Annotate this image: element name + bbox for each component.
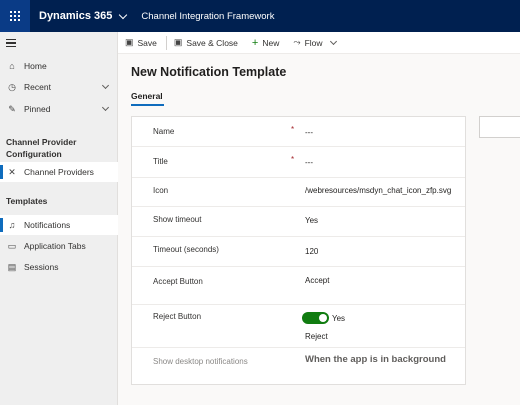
sidebar-item-channel-providers[interactable]: ✕ Channel Providers <box>0 162 118 182</box>
chevron-down-icon[interactable] <box>329 37 337 45</box>
save-close-button[interactable]: ▣ Save & Close <box>174 37 238 48</box>
document-icon: ▭ <box>7 240 17 251</box>
required-marker: * <box>291 155 295 164</box>
accept-button-field[interactable]: Accept <box>305 276 329 285</box>
sidebar-item-label: Channel Providers <box>24 167 94 177</box>
toggle-knob <box>319 314 327 322</box>
bell-icon: ♫ <box>8 220 16 230</box>
home-icon: ⌂ <box>9 61 15 71</box>
app-module-title: Channel Integration Framework <box>141 10 275 22</box>
sidebar-item-home[interactable]: ⌂ Home <box>0 56 118 76</box>
form-row-show-timeout: Show timeout Yes <box>132 207 465 237</box>
sidebar-item-label: Notifications <box>24 220 71 230</box>
clock-icon: ◷ <box>8 81 16 92</box>
icon-field[interactable]: /webresources/msdyn_chat_icon_zfp.svg <box>305 186 451 195</box>
flow-icon: ⤳ <box>293 37 301 47</box>
form-row-timeout: Timeout (seconds) 120 <box>132 237 465 267</box>
form-row-desktop-notifications: Show desktop notifications When the app … <box>132 348 465 378</box>
title-field[interactable]: --- <box>305 158 313 167</box>
timeout-field[interactable]: 120 <box>305 247 318 256</box>
flow-button[interactable]: ⤳ Flow <box>293 37 337 48</box>
sidebar-item-label: Home <box>24 61 47 71</box>
reject-button-field[interactable]: Reject <box>305 332 328 341</box>
chevron-down-icon[interactable] <box>119 10 128 19</box>
save-icon: ▣ <box>125 37 134 47</box>
save-button[interactable]: ▣ Save <box>125 37 157 48</box>
top-bar: Dynamics 365 Channel Integration Framewo… <box>0 0 520 32</box>
name-label: Name <box>153 127 175 136</box>
show-timeout-label: Show timeout <box>153 215 202 224</box>
new-label: New <box>262 37 280 48</box>
desktop-notifications-label: Show desktop notifications <box>153 357 248 366</box>
app-launcher-button[interactable] <box>0 0 30 32</box>
sidebar-item-notifications[interactable]: ♫ Notifications <box>0 215 118 235</box>
save-close-label: Save & Close <box>186 37 238 48</box>
divider <box>165 35 167 50</box>
save-close-icon: ▣ <box>173 37 183 47</box>
desktop-notifications-field[interactable]: When the app is in background <box>305 354 446 365</box>
form-row-icon: Icon /webresources/msdyn_chat_icon_zfp.s… <box>132 178 465 207</box>
sidebar-item-label: Pinned <box>24 104 51 114</box>
form-row-title: Title * --- <box>132 147 465 178</box>
hamburger-icon[interactable] <box>6 39 16 49</box>
timeout-label: Timeout (seconds) <box>153 245 219 254</box>
flow-label: Flow <box>304 37 323 48</box>
title-label: Title <box>153 157 168 166</box>
sidebar: ⌂ Home ◷ Recent ✎ Pinned Channel Provide… <box>0 32 118 405</box>
side-panel-field[interactable] <box>479 116 520 138</box>
sidebar-item-recent[interactable]: ◷ Recent <box>0 77 118 97</box>
app-name[interactable]: Dynamics 365 <box>39 10 112 22</box>
save-label: Save <box>137 37 157 48</box>
reject-button-label: Reject Button <box>153 312 202 321</box>
name-field[interactable]: --- <box>305 128 313 137</box>
sidebar-item-label: Sessions <box>24 262 59 272</box>
form-row-accept: Accept Button Accept <box>132 267 465 305</box>
page-title: New Notification Template <box>131 65 287 79</box>
command-bar: ▣ Save ▣ Save & Close + New ⤳ Flow <box>118 32 520 54</box>
reject-toggle-text: Yes <box>332 314 346 323</box>
sidebar-item-label: Recent <box>24 82 51 92</box>
network-icon: ✕ <box>8 166 16 177</box>
sidebar-item-label: Application Tabs <box>24 241 86 251</box>
icon-label: Icon <box>153 186 169 195</box>
sessions-icon: ▤ <box>7 261 17 272</box>
sidebar-item-pinned[interactable]: ✎ Pinned <box>0 99 118 119</box>
plus-icon: + <box>251 36 259 49</box>
pin-icon: ✎ <box>8 103 16 114</box>
group-heading-templates: Templates <box>6 196 48 206</box>
reject-button-toggle[interactable] <box>302 312 329 324</box>
chevron-down-icon[interactable] <box>101 81 110 90</box>
form-row-reject: Reject Button Yes Reject <box>132 305 465 348</box>
required-marker: * <box>291 125 295 134</box>
accept-button-label: Accept Button <box>153 277 203 286</box>
show-timeout-field[interactable]: Yes <box>305 216 318 225</box>
chevron-down-icon[interactable] <box>101 103 110 112</box>
form-row-name: Name * --- <box>132 117 465 147</box>
sidebar-item-application-tabs[interactable]: ▭ Application Tabs <box>0 236 118 256</box>
general-form-section: Name * --- Title * --- Icon /webresource… <box>131 116 466 385</box>
waffle-icon <box>10 11 20 21</box>
tab-general[interactable]: General <box>131 91 163 101</box>
tab-active-indicator <box>131 104 164 106</box>
group-heading-channel-provider: Channel Provider Configuration <box>6 137 77 159</box>
sidebar-item-sessions[interactable]: ▤ Sessions <box>0 257 118 277</box>
new-button[interactable]: + New <box>252 37 279 49</box>
